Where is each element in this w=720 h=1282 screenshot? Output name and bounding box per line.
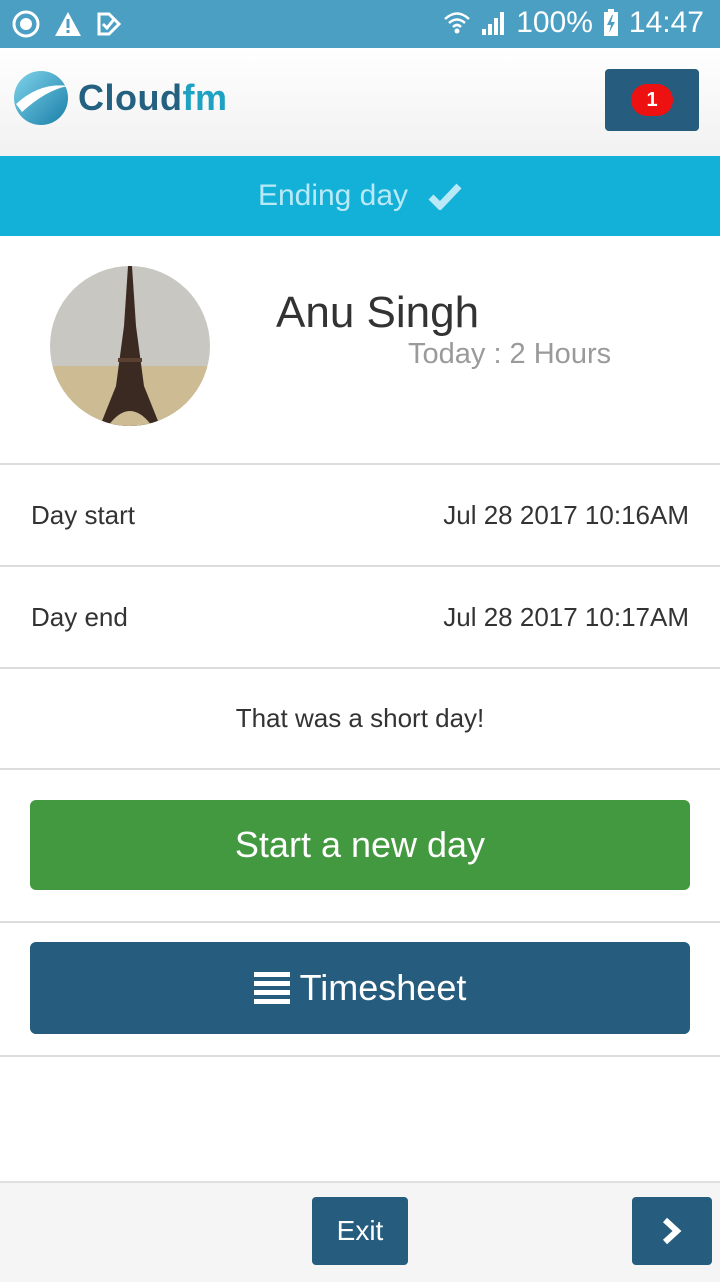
footer-bar: Exit [0, 1181, 720, 1282]
logo-text: Cloudfm [78, 77, 227, 119]
checkmark-icon [428, 183, 462, 210]
avatar[interactable] [50, 266, 210, 426]
clock: 14:47 [628, 6, 704, 39]
start-new-day-label: Start a new day [234, 824, 486, 865]
battery-percent: 100% [516, 6, 593, 39]
user-name: Anu Singh [276, 288, 480, 337]
banner-text: Ending day [257, 179, 409, 212]
logo-text-cloud: Cloud [78, 77, 183, 118]
eiffel-tower-photo [50, 266, 210, 426]
chevron-right-icon [662, 1217, 682, 1245]
app-logo: Cloudfm [12, 68, 227, 128]
logo-text-fm: fm [182, 77, 228, 118]
signal-icon [482, 12, 505, 35]
exit-label: Exit [336, 1215, 384, 1246]
summary-message-text: That was a short day! [235, 702, 485, 733]
list-icon [253, 972, 290, 1004]
day-end-label: Day end [31, 601, 128, 632]
day-start-row: Day start Jul 28 2017 10:16AM [0, 465, 720, 567]
status-right: 100% 14:47 [444, 6, 704, 40]
day-end-row: Day end Jul 28 2017 10:17AM [0, 567, 720, 669]
exit-button[interactable]: Exit [312, 1197, 408, 1265]
start-new-day-button[interactable]: Start a new day [30, 800, 690, 890]
status-bar: 100% 14:47 [0, 0, 720, 48]
notifications-button[interactable]: 1 [605, 69, 699, 131]
timesheet-button[interactable]: Timesheet [30, 942, 690, 1034]
status-banner: Ending day [0, 156, 720, 236]
wifi-icon [444, 12, 471, 34]
day-end-value: Jul 28 2017 10:17AM [443, 601, 689, 632]
next-button[interactable] [632, 1197, 712, 1265]
status-left-icons [12, 10, 122, 38]
notification-badge: 1 [631, 84, 673, 116]
today-hours: Today : 2 Hours [408, 338, 612, 370]
app-header: Cloudfm 1 [0, 48, 720, 157]
day-start-label: Day start [31, 499, 136, 530]
timesheet-section: Timesheet [0, 934, 720, 1057]
battery-charging-icon [603, 9, 618, 36]
profile-section: Anu Singh Today : 2 Hours [0, 236, 720, 465]
start-day-section: Start a new day [0, 770, 720, 923]
task-check-icon [97, 12, 122, 36]
day-start-value: Jul 28 2017 10:16AM [443, 499, 689, 530]
summary-message: That was a short day! [0, 668, 720, 770]
sync-icon [12, 10, 40, 38]
warning-icon [55, 12, 81, 36]
cloudfm-logo-icon [14, 71, 68, 125]
timesheet-label: Timesheet [299, 967, 467, 1008]
